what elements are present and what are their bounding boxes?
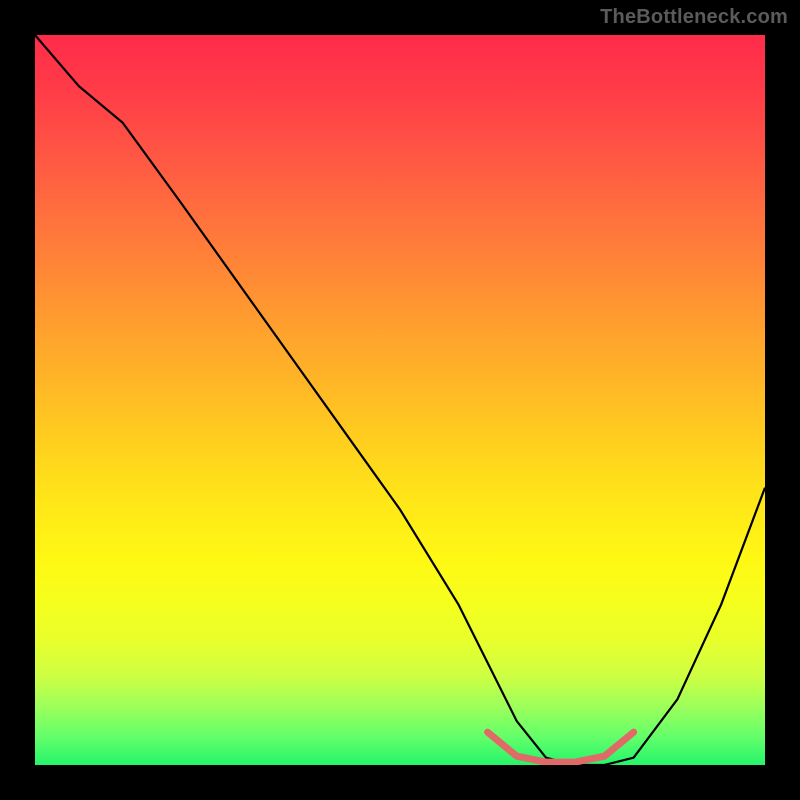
series-main-curve bbox=[35, 35, 765, 765]
plot-area bbox=[35, 35, 765, 765]
watermark-text: TheBottleneck.com bbox=[600, 6, 788, 29]
series-bottom-marker bbox=[488, 732, 634, 762]
chart-svg bbox=[35, 35, 765, 765]
chart-frame: TheBottleneck.com bbox=[0, 0, 800, 800]
